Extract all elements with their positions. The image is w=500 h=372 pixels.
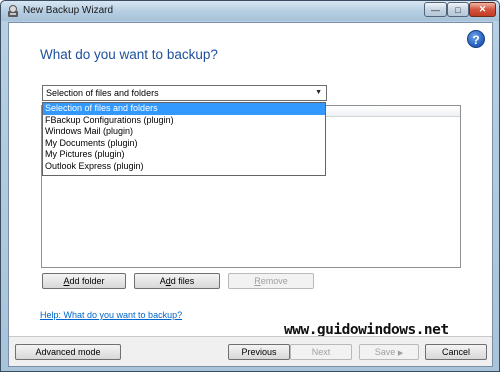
page-title: What do you want to backup? bbox=[40, 47, 218, 62]
window-title: New Backup Wizard bbox=[23, 5, 114, 16]
source-dropdown-list: Selection of files and folders FBackup C… bbox=[42, 102, 326, 176]
dropdown-option[interactable]: Selection of files and folders bbox=[43, 103, 325, 115]
remove-button[interactable]: Remove bbox=[228, 273, 314, 289]
minimize-button[interactable]: — bbox=[424, 2, 447, 17]
play-icon: ▶ bbox=[397, 350, 404, 357]
dropdown-option[interactable]: Windows Mail (plugin) bbox=[43, 126, 325, 138]
help-link[interactable]: Help: What do you want to backup? bbox=[40, 310, 182, 320]
maximize-icon: □ bbox=[455, 4, 461, 15]
save-button[interactable]: Save ▶ bbox=[359, 344, 419, 360]
select-value: Selection of files and folders bbox=[46, 88, 159, 98]
advanced-mode-button[interactable]: Advanced mode bbox=[15, 344, 121, 360]
close-button[interactable]: ✕ bbox=[469, 2, 496, 17]
add-files-label: d files bbox=[170, 276, 195, 286]
title-bar[interactable]: New Backup Wizard — □ ✕ bbox=[1, 1, 499, 21]
dropdown-option[interactable]: FBackup Configurations (plugin) bbox=[43, 115, 325, 127]
close-icon: ✕ bbox=[478, 4, 487, 14]
dropdown-option[interactable]: Outlook Express (plugin) bbox=[43, 161, 325, 173]
minimize-icon: — bbox=[431, 4, 440, 15]
help-icon[interactable]: ? bbox=[467, 30, 485, 48]
previous-button[interactable]: Previous bbox=[228, 344, 290, 360]
wizard-window: New Backup Wizard — □ ✕ ? What do you wa… bbox=[0, 0, 500, 372]
maximize-button[interactable]: □ bbox=[447, 2, 469, 17]
chevron-down-icon: ▼ bbox=[315, 89, 322, 96]
cancel-button[interactable]: Cancel bbox=[425, 344, 487, 360]
next-button[interactable]: Next bbox=[290, 344, 352, 360]
add-folder-label: dd folder bbox=[69, 276, 105, 286]
wizard-page: ? What do you want to backup? Selection … bbox=[8, 22, 493, 367]
backup-source-select[interactable]: Selection of files and folders ▼ bbox=[42, 85, 327, 101]
remove-label: emove bbox=[260, 276, 288, 286]
save-label: Save bbox=[374, 347, 396, 357]
app-icon bbox=[8, 5, 18, 17]
add-files-button[interactable]: Add files bbox=[134, 273, 220, 289]
add-folder-button[interactable]: Add folder bbox=[42, 273, 126, 289]
dropdown-option[interactable]: My Documents (plugin) bbox=[43, 138, 325, 150]
dropdown-option[interactable]: My Pictures (plugin) bbox=[43, 149, 325, 161]
